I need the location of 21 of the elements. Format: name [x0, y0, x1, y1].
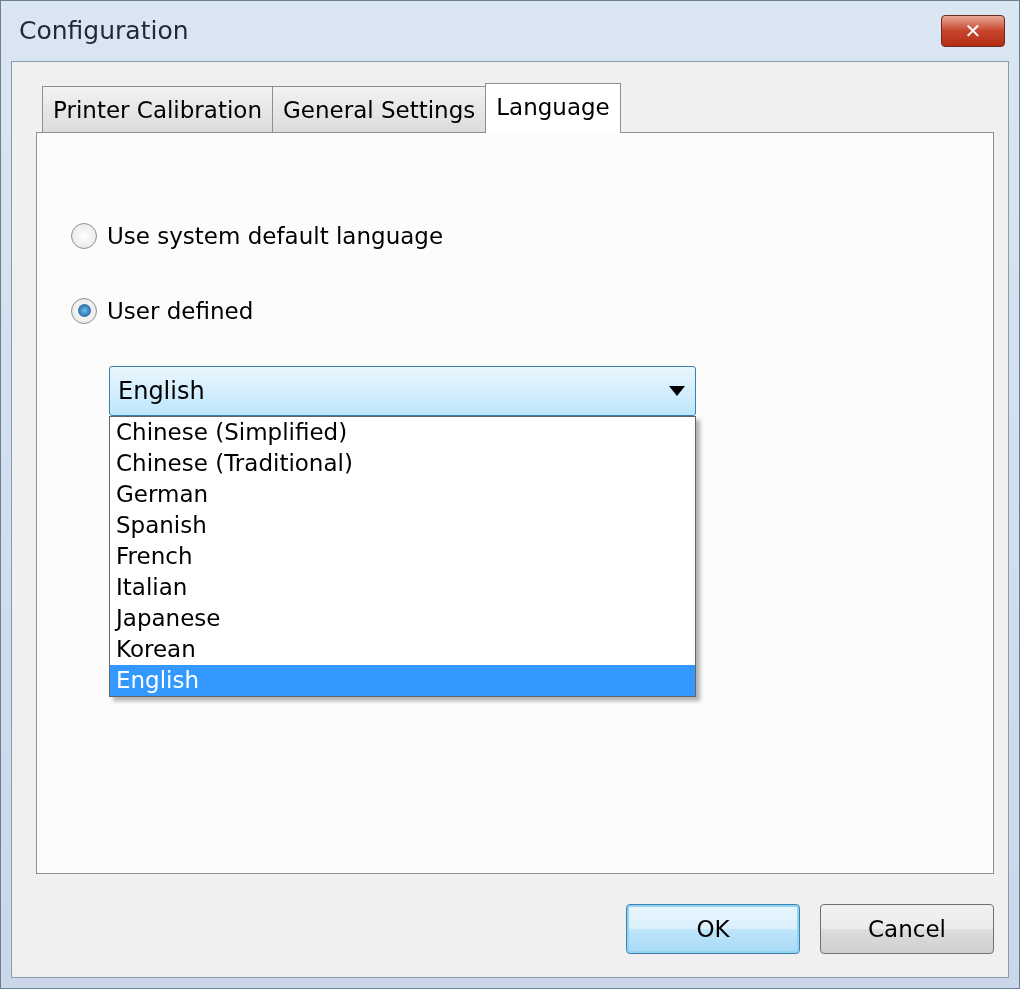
ok-button[interactable]: OK [626, 904, 800, 954]
tab[interactable]: General Settings [271, 86, 487, 132]
dropdown-option[interactable]: Chinese (Simplified) [110, 417, 695, 448]
dropdown-option[interactable]: French [110, 541, 695, 572]
radio-label: Use system default language [107, 222, 444, 251]
dropdown-option[interactable]: Spanish [110, 510, 695, 541]
dropdown-option[interactable]: Korean [110, 634, 695, 665]
tab[interactable]: Language [485, 83, 621, 133]
radio-button[interactable] [71, 223, 97, 250]
tab[interactable]: Printer Calibration [42, 86, 273, 132]
window-title: Configuration [19, 15, 189, 48]
radio-button[interactable] [71, 297, 97, 324]
caret-icon [667, 385, 687, 397]
close-button[interactable]: ✕ [941, 15, 1005, 47]
dropdown-option[interactable]: German [110, 479, 695, 510]
cancel-button[interactable]: Cancel [820, 904, 994, 954]
dropdown-option[interactable]: Japanese [110, 603, 695, 634]
dropdown-option[interactable]: Chinese (Traditional) [110, 448, 695, 479]
language-dropdown[interactable]: English [109, 366, 696, 416]
dropdown-option[interactable]: Italian [110, 572, 695, 603]
radio-label: User defined [107, 296, 254, 326]
